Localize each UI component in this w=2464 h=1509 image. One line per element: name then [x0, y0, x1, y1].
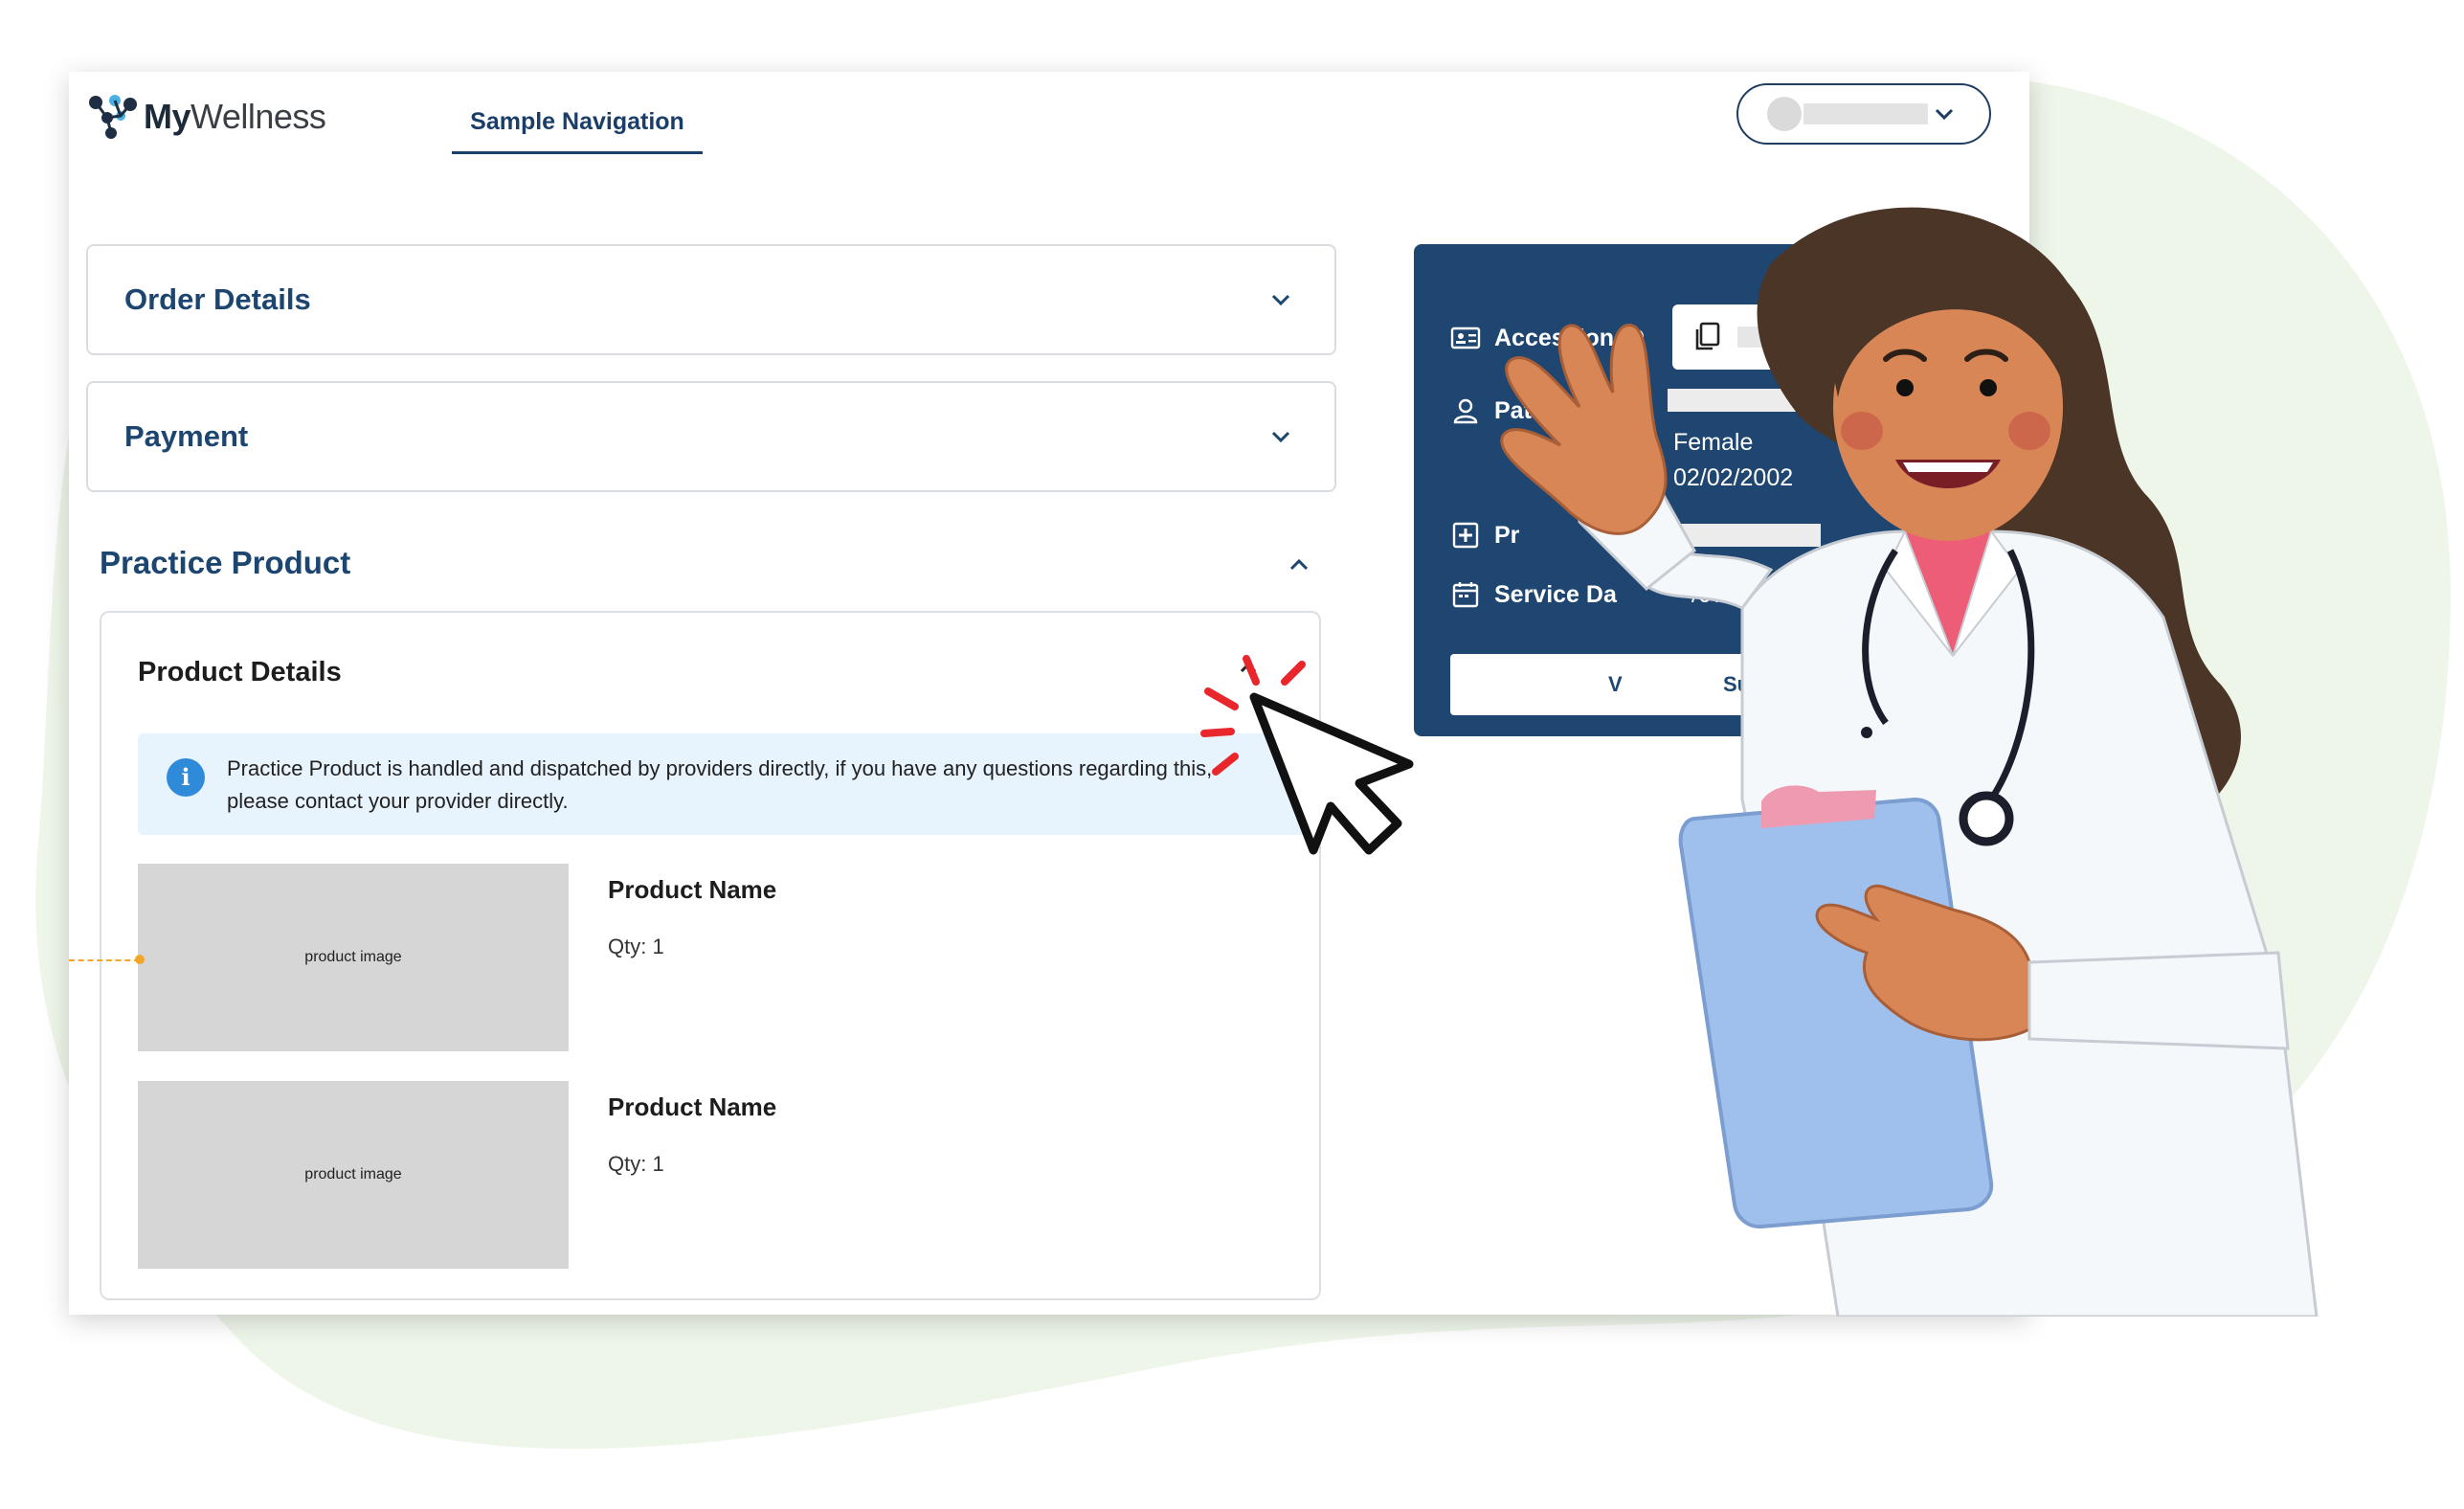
annotation-dot [135, 955, 145, 964]
product-qty: Qty: 1 [608, 1152, 664, 1176]
avatar [1767, 97, 1802, 131]
practice-product-title[interactable]: Practice Product [100, 545, 350, 581]
annotation-line [69, 959, 140, 961]
chevron-down-icon [1271, 294, 1290, 306]
accordion-title: Order Details [124, 282, 311, 316]
logo-icon [89, 95, 137, 139]
product-name: Product Name [608, 875, 777, 904]
product-image: product image [138, 1081, 569, 1269]
logo-text: MyWellness [144, 97, 326, 136]
chevron-up-icon[interactable] [1288, 557, 1310, 573]
doctor-illustration [1500, 207, 2318, 1317]
product-qty: Qty: 1 [608, 935, 664, 958]
account-name-placeholder [1803, 103, 1928, 124]
logo: MyWellness [86, 93, 326, 141]
info-banner: i Practice Product is handled and dispat… [138, 733, 1315, 835]
accordion-order-details[interactable]: Order Details [86, 244, 1336, 355]
account-menu-button[interactable] [1736, 83, 1991, 145]
cursor-icon [1200, 655, 1414, 855]
accordion-title: Payment [124, 419, 249, 453]
chevron-down-icon [1271, 431, 1290, 443]
product-details-title: Product Details [138, 657, 342, 687]
info-text: Practice Product is handled and dispatch… [227, 756, 1213, 813]
product-details-card: Product Details i Practice Product is ha… [100, 611, 1321, 1300]
chevron-down-icon [1935, 108, 1954, 121]
tab-sample-navigation[interactable]: Sample Navigation [452, 101, 703, 154]
list-item: product image Product Name Qty: 1 [138, 1081, 1287, 1269]
info-icon: i [167, 758, 205, 797]
product-image: product image [138, 864, 569, 1051]
product-name: Product Name [608, 1092, 777, 1121]
list-item: product image Product Name Qty: 1 [138, 864, 1287, 1051]
accordion-payment[interactable]: Payment [86, 381, 1336, 492]
